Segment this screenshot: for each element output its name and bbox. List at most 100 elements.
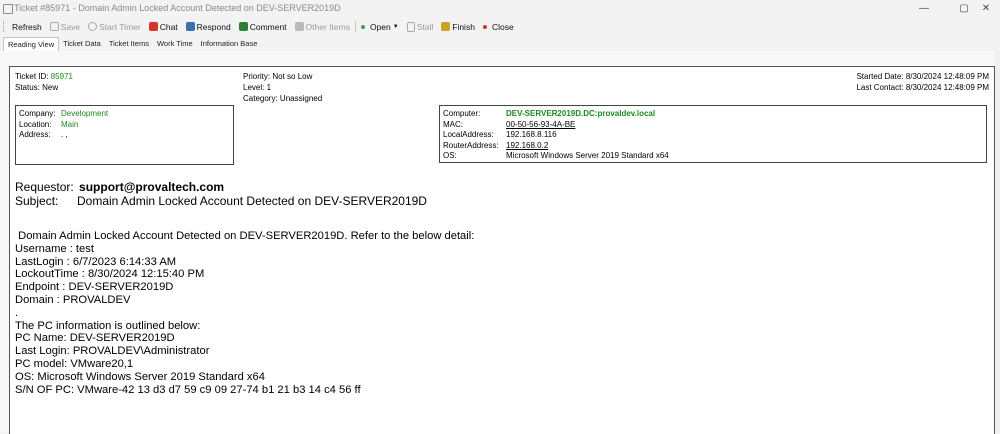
requestor-line: Requestor: support@provaltech.com [15, 180, 224, 194]
subject-value: Domain Admin Locked Account Detected on … [77, 194, 427, 208]
router-address-label: RouterAddress: [443, 140, 499, 150]
computer-label: Computer: [443, 109, 481, 118]
ticket-id-value[interactable]: 85971 [51, 72, 73, 81]
address-label: Address: [19, 130, 51, 139]
chat-label: Chat [159, 21, 178, 32]
requestor-value[interactable]: support@provaltech.com [79, 180, 224, 194]
tab-work-time[interactable]: Work Time [153, 37, 197, 51]
items-icon [294, 22, 304, 31]
os-value: Microsoft Windows Server 2019 Standard x… [506, 151, 669, 160]
tab-strip: Reading View Ticket Data Ticket Items Wo… [0, 37, 1000, 51]
other-items-button[interactable]: Other Items [294, 21, 350, 32]
chat-icon [148, 22, 158, 31]
toolbar-grip [3, 21, 8, 32]
company-box: Company: Development Location: Main Addr… [15, 105, 234, 165]
status-value: New [42, 83, 59, 92]
location-label: Location: [19, 119, 52, 129]
finish-button[interactable]: Finish [441, 22, 475, 32]
refresh-label: Refresh [12, 21, 42, 32]
close-window-button[interactable]: ✕ [972, 1, 1000, 15]
respond-button[interactable]: Respond [185, 21, 231, 32]
router-address-value[interactable]: 192.168.0.2 [506, 141, 548, 152]
level-value: 1 [266, 83, 272, 92]
start-timer-button[interactable]: Start Timer [88, 22, 141, 32]
open-status-icon [360, 24, 365, 29]
started-date-value: 8/30/2024 12:48:09 PM [905, 72, 989, 81]
close-label: Close [491, 21, 514, 32]
ticket-id-label: Ticket ID: [15, 72, 49, 81]
mac-value[interactable]: 00-50-56-93-4A-BE [506, 120, 575, 131]
os-label: OS: [443, 151, 457, 160]
ticket-panel: Ticket ID: 85971 Status: New Priority: N… [9, 66, 995, 434]
close-ticket-button[interactable]: Close [482, 21, 514, 32]
company-row: Company: Development [19, 109, 233, 120]
comment-button[interactable]: Comment [238, 21, 287, 32]
close-status-icon [482, 24, 487, 29]
window-title: Ticket #85971 - Domain Admin Locked Acco… [14, 3, 341, 13]
reading-view: Ticket ID: 85971 Status: New Priority: N… [0, 51, 1000, 434]
vertical-scrollbar[interactable] [995, 51, 1000, 433]
level-field: Level: 1 [243, 82, 271, 93]
comment-icon [238, 22, 248, 31]
comment-label: Comment [249, 21, 287, 32]
respond-icon [185, 22, 195, 31]
mac-label: MAC: [443, 119, 463, 129]
tab-information-base[interactable]: Information Base [197, 37, 262, 51]
respond-label: Respond [196, 21, 231, 32]
started-date-field: Started Date: 8/30/2024 12:48:09 PM [856, 71, 989, 82]
save-button[interactable]: Save [49, 21, 81, 32]
location-row: Location: Main [19, 120, 233, 131]
clock-icon [88, 22, 98, 31]
started-date-label: Started Date: [856, 72, 904, 81]
mac-row: MAC: 00-50-56-93-4A-BE [443, 120, 986, 131]
subject-line: Subject: Domain Admin Locked Account Dete… [15, 194, 427, 208]
save-icon [49, 22, 59, 31]
ticket-id-field: Ticket ID: 85971 [15, 71, 73, 82]
location-value[interactable]: Main [61, 120, 78, 131]
computer-value[interactable]: DEV-SERVER2019D.DC:provaldev.local [506, 109, 655, 120]
last-contact-field: Last Contact: 8/30/2024 12:48:09 PM [856, 82, 989, 93]
tab-reading-view[interactable]: Reading View [3, 37, 60, 51]
category-value: Unassigned [279, 94, 323, 103]
requestor-label: Requestor: [15, 180, 74, 194]
company-value[interactable]: Development [61, 109, 108, 120]
open-button[interactable]: Open ▼ [360, 21, 399, 32]
stall-button[interactable]: Stall [406, 21, 434, 32]
chevron-down-icon: ▼ [392, 23, 399, 30]
local-address-label: LocalAddress: [443, 130, 494, 139]
app-icon [3, 4, 13, 14]
last-contact-label: Last Contact: [856, 83, 904, 92]
priority-value: Not so Low [272, 72, 313, 81]
toolbar-separator [354, 21, 356, 32]
tab-ticket-data[interactable]: Ticket Data [59, 37, 105, 51]
chat-button[interactable]: Chat [148, 21, 178, 32]
status-label: Status: [15, 83, 40, 92]
category-label: Category: [243, 94, 278, 103]
local-address-row: LocalAddress: 192.168.8.116 [443, 130, 986, 141]
stall-icon [406, 21, 415, 32]
subject-label: Subject: [15, 194, 59, 208]
os-row: OS: Microsoft Windows Server 2019 Standa… [443, 151, 986, 162]
toolbar: Refresh Save Start Timer Chat Respond Co… [0, 18, 1000, 35]
local-address-value: 192.168.8.116 [506, 130, 557, 139]
address-value: . , [61, 130, 68, 139]
title-bar: Ticket #85971 - Domain Admin Locked Acco… [0, 0, 1000, 17]
open-label: Open [369, 21, 391, 32]
start-timer-label: Start Timer [99, 21, 141, 32]
category-field: Category: Unassigned [243, 93, 322, 104]
minimize-button[interactable]: — [910, 1, 938, 15]
refresh-button[interactable]: Refresh [12, 22, 42, 32]
priority-label: Priority: [243, 72, 271, 81]
computer-row: Computer: DEV-SERVER2019D.DC:provaldev.l… [443, 109, 986, 120]
address-row: Address: . , [19, 130, 233, 141]
other-items-label: Other Items [305, 21, 350, 32]
stall-label: Stall [416, 21, 434, 32]
computer-box: Computer: DEV-SERVER2019D.DC:provaldev.l… [439, 105, 987, 163]
finish-icon [441, 22, 451, 31]
tab-ticket-items[interactable]: Ticket Items [105, 37, 153, 51]
save-label: Save [60, 21, 81, 32]
ticket-body: Domain Admin Locked Account Detected on … [15, 230, 475, 396]
status-field: Status: New [15, 82, 58, 93]
company-label: Company: [19, 109, 56, 118]
finish-label: Finish [452, 21, 475, 32]
